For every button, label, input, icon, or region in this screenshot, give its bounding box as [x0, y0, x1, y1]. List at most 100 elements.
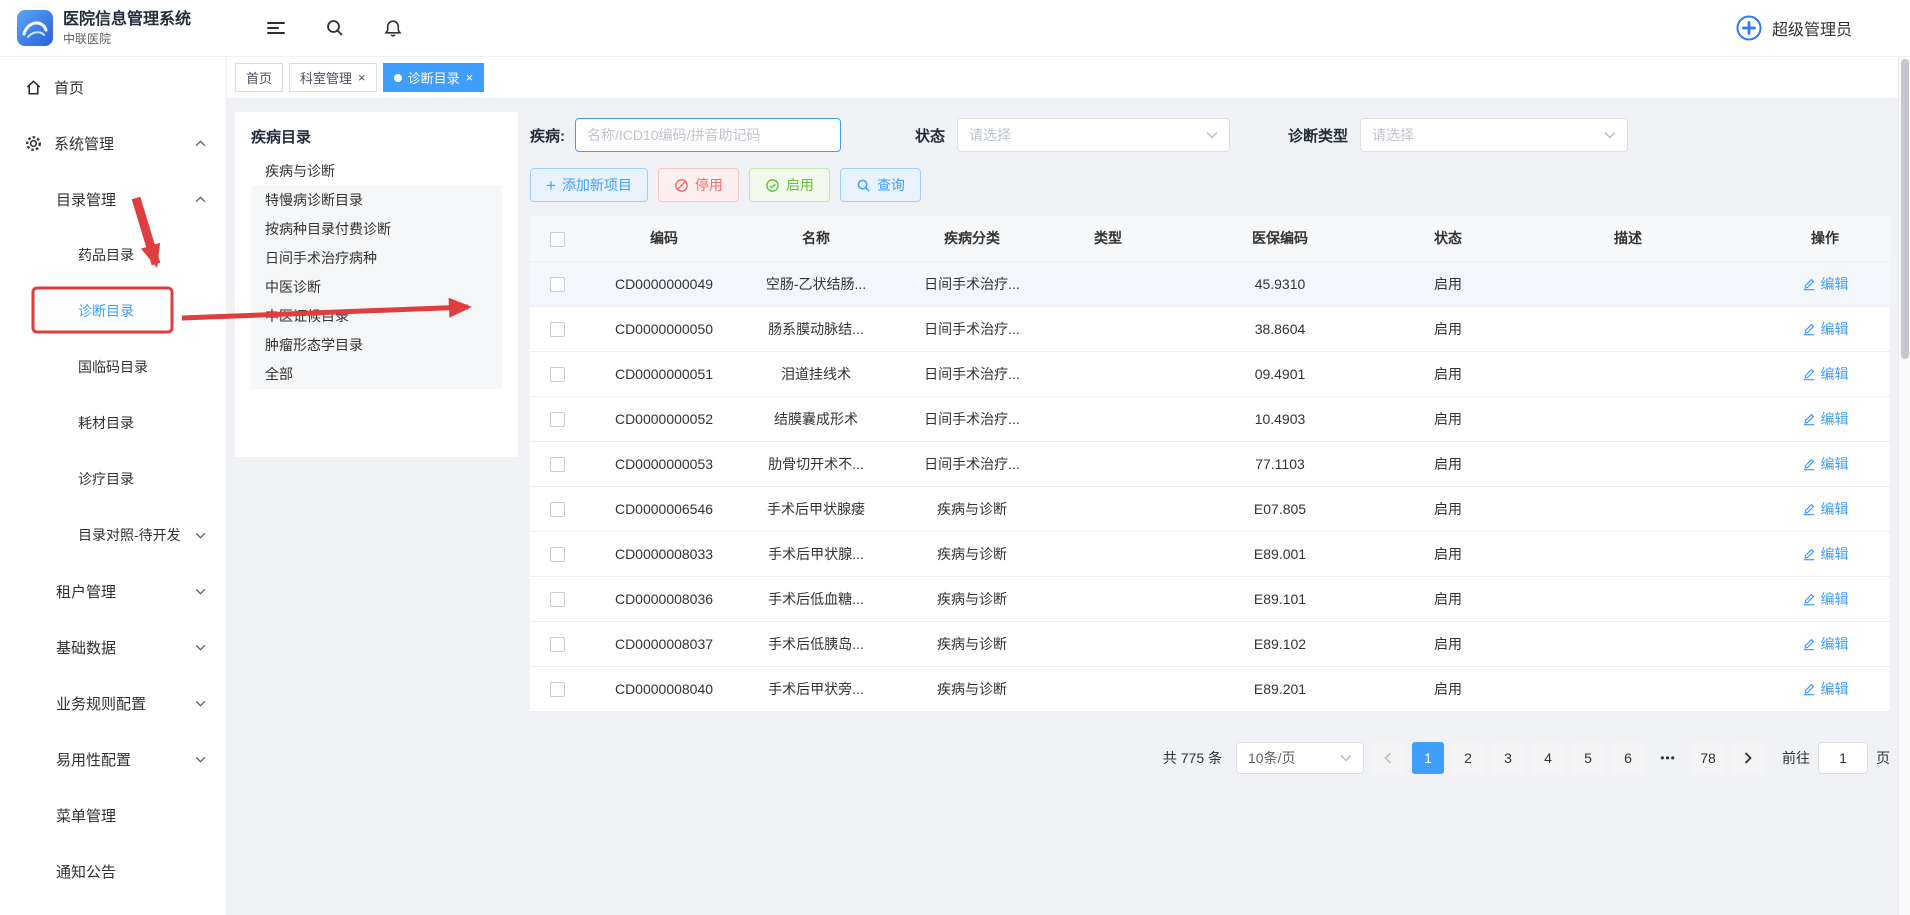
sidebar-item-notice[interactable]: 通知公告: [0, 843, 226, 899]
cell-code: CD0000000053: [584, 441, 744, 486]
search-icon[interactable]: [325, 18, 345, 38]
row-checkbox[interactable]: [550, 457, 565, 472]
sidebar-item-consumables-catalog[interactable]: 耗材目录: [0, 395, 226, 451]
cell-type: [1056, 306, 1160, 351]
row-checkbox[interactable]: [550, 412, 565, 427]
row-checkbox[interactable]: [550, 322, 565, 337]
sidebar-item-system-management[interactable]: 系统管理: [0, 115, 226, 171]
collapse-menu-icon[interactable]: [265, 18, 287, 38]
row-checkbox[interactable]: [550, 367, 565, 382]
catalog-item[interactable]: 特慢病诊断目录: [251, 186, 502, 215]
cell-code: CD0000008037: [584, 621, 744, 666]
query-button[interactable]: 查询: [840, 168, 921, 202]
edit-button[interactable]: 编辑: [1802, 274, 1849, 294]
select-all-checkbox[interactable]: [550, 232, 565, 247]
scrollbar-thumb[interactable]: [1901, 59, 1909, 359]
row-checkbox[interactable]: [550, 547, 565, 562]
edit-button[interactable]: 编辑: [1802, 589, 1849, 609]
edit-button[interactable]: 编辑: [1802, 364, 1849, 384]
catalog-item[interactable]: 全部: [251, 360, 502, 389]
table-row[interactable]: CD0000008033 手术后甲状腺... 疾病与诊断 E89.001 启用 …: [530, 531, 1890, 576]
sidebar-item-tenant-management[interactable]: 租户管理: [0, 563, 226, 619]
cell-insurance-code: E89.201: [1160, 666, 1400, 711]
diagnosis-table: 编码 名称 疾病分类 类型 医保编码 状态 描述 操作 CD00000000: [530, 216, 1890, 712]
tab-department-management[interactable]: 科室管理 ×: [289, 63, 377, 92]
sidebar-item-catalog-management[interactable]: 目录管理: [0, 171, 226, 227]
edit-label: 编辑: [1821, 634, 1849, 654]
close-icon[interactable]: ×: [466, 71, 474, 84]
row-checkbox[interactable]: [550, 502, 565, 517]
page-size-select[interactable]: 10条/页: [1236, 742, 1364, 774]
table-row[interactable]: CD0000008040 手术后甲状旁... 疾病与诊断 E89.201 启用 …: [530, 666, 1890, 711]
sidebar-item-label: 诊疗目录: [78, 469, 134, 489]
edit-button[interactable]: 编辑: [1802, 499, 1849, 519]
type-filter-label: 诊断类型: [1288, 125, 1348, 146]
page-button-3[interactable]: 3: [1492, 742, 1524, 774]
user-menu[interactable]: 超级管理员: [1735, 14, 1910, 42]
catalog-item[interactable]: 按病种目录付费诊断: [251, 215, 502, 244]
edit-button[interactable]: 编辑: [1802, 679, 1849, 699]
notification-bell-icon[interactable]: [383, 18, 403, 39]
disease-search-input[interactable]: [575, 118, 841, 152]
cell-name: 肋骨切开术不...: [744, 441, 888, 486]
next-page-button[interactable]: [1732, 742, 1764, 774]
row-checkbox[interactable]: [550, 592, 565, 607]
edit-button[interactable]: 编辑: [1802, 409, 1849, 429]
page-button-1[interactable]: 1: [1412, 742, 1444, 774]
table-row[interactable]: CD0000000051 泪道挂线术 日间手术治疗... 09.4901 启用 …: [530, 351, 1890, 396]
cell-status: 启用: [1400, 306, 1496, 351]
prev-page-button[interactable]: [1372, 742, 1404, 774]
sidebar-item-drug-catalog[interactable]: 药品目录: [0, 227, 226, 283]
enable-button[interactable]: 启用: [749, 168, 830, 202]
sidebar-item-basic-data[interactable]: 基础数据: [0, 619, 226, 675]
catalog-item[interactable]: 中医诊断: [251, 273, 502, 302]
diagnosis-type-select[interactable]: 请选择: [1360, 118, 1628, 152]
page-button-78[interactable]: 78: [1692, 742, 1724, 774]
cell-type: [1056, 441, 1160, 486]
status-select[interactable]: 请选择: [957, 118, 1230, 152]
sidebar-item-home[interactable]: 首页: [0, 59, 226, 115]
page-button-4[interactable]: 4: [1532, 742, 1564, 774]
page-button-6[interactable]: 6: [1612, 742, 1644, 774]
sidebar-item-treatment-catalog[interactable]: 诊疗目录: [0, 451, 226, 507]
table-row[interactable]: CD0000000050 肠系膜动脉结... 日间手术治疗... 38.8604…: [530, 306, 1890, 351]
cell-description: [1496, 531, 1760, 576]
tab-diagnosis-catalog[interactable]: 诊断目录 ×: [383, 63, 485, 92]
catalog-item[interactable]: 疾病与诊断: [251, 157, 502, 186]
close-icon[interactable]: ×: [358, 71, 366, 84]
table-row[interactable]: CD0000000049 空肠-乙状结肠... 日间手术治疗... 45.931…: [530, 261, 1890, 306]
goto-page-input[interactable]: [1818, 742, 1868, 774]
more-pages-button[interactable]: •••: [1652, 742, 1684, 774]
sidebar-item-menu-management[interactable]: 菜单管理: [0, 787, 226, 843]
cell-insurance-code: 38.8604: [1160, 306, 1400, 351]
tab-home[interactable]: 首页: [235, 63, 283, 92]
row-checkbox[interactable]: [550, 637, 565, 652]
edit-button[interactable]: 编辑: [1802, 634, 1849, 654]
page-button-5[interactable]: 5: [1572, 742, 1604, 774]
edit-button[interactable]: 编辑: [1802, 319, 1849, 339]
table-row[interactable]: CD0000000053 肋骨切开术不... 日间手术治疗... 77.1103…: [530, 441, 1890, 486]
catalog-item[interactable]: 肿瘤形态学目录: [251, 331, 502, 360]
sidebar-item-national-code-catalog[interactable]: 国临码目录: [0, 339, 226, 395]
page-button-2[interactable]: 2: [1452, 742, 1484, 774]
catalog-item[interactable]: 日间手术治疗病种: [251, 244, 502, 273]
disable-button[interactable]: 停用: [658, 168, 739, 202]
row-checkbox[interactable]: [550, 682, 565, 697]
table-row[interactable]: CD0000000052 结膜囊成形术 日间手术治疗... 10.4903 启用…: [530, 396, 1890, 441]
add-item-button[interactable]: + 添加新项目: [530, 168, 648, 202]
header-type: 类型: [1056, 216, 1160, 261]
table-row[interactable]: CD0000008036 手术后低血糖... 疾病与诊断 E89.101 启用 …: [530, 576, 1890, 621]
sidebar-item-diagnosis-catalog[interactable]: 诊断目录: [0, 283, 226, 339]
catalog-item[interactable]: 中医证候目录: [251, 302, 502, 331]
edit-button[interactable]: 编辑: [1802, 544, 1849, 564]
header-insurance-code: 医保编码: [1160, 216, 1400, 261]
row-checkbox[interactable]: [550, 277, 565, 292]
sidebar-item-catalog-mapping[interactable]: 目录对照-待开发: [0, 507, 226, 563]
table-row[interactable]: CD0000006546 手术后甲状腺瘘 疾病与诊断 E07.805 启用 编辑: [530, 486, 1890, 531]
sidebar-item-business-rules[interactable]: 业务规则配置: [0, 675, 226, 731]
table-row[interactable]: CD0000008037 手术后低胰岛... 疾病与诊断 E89.102 启用 …: [530, 621, 1890, 666]
page-scrollbar[interactable]: [1898, 57, 1910, 915]
edit-button[interactable]: 编辑: [1802, 454, 1849, 474]
sidebar-item-label: 通知公告: [56, 861, 116, 882]
sidebar-item-usability-config[interactable]: 易用性配置: [0, 731, 226, 787]
